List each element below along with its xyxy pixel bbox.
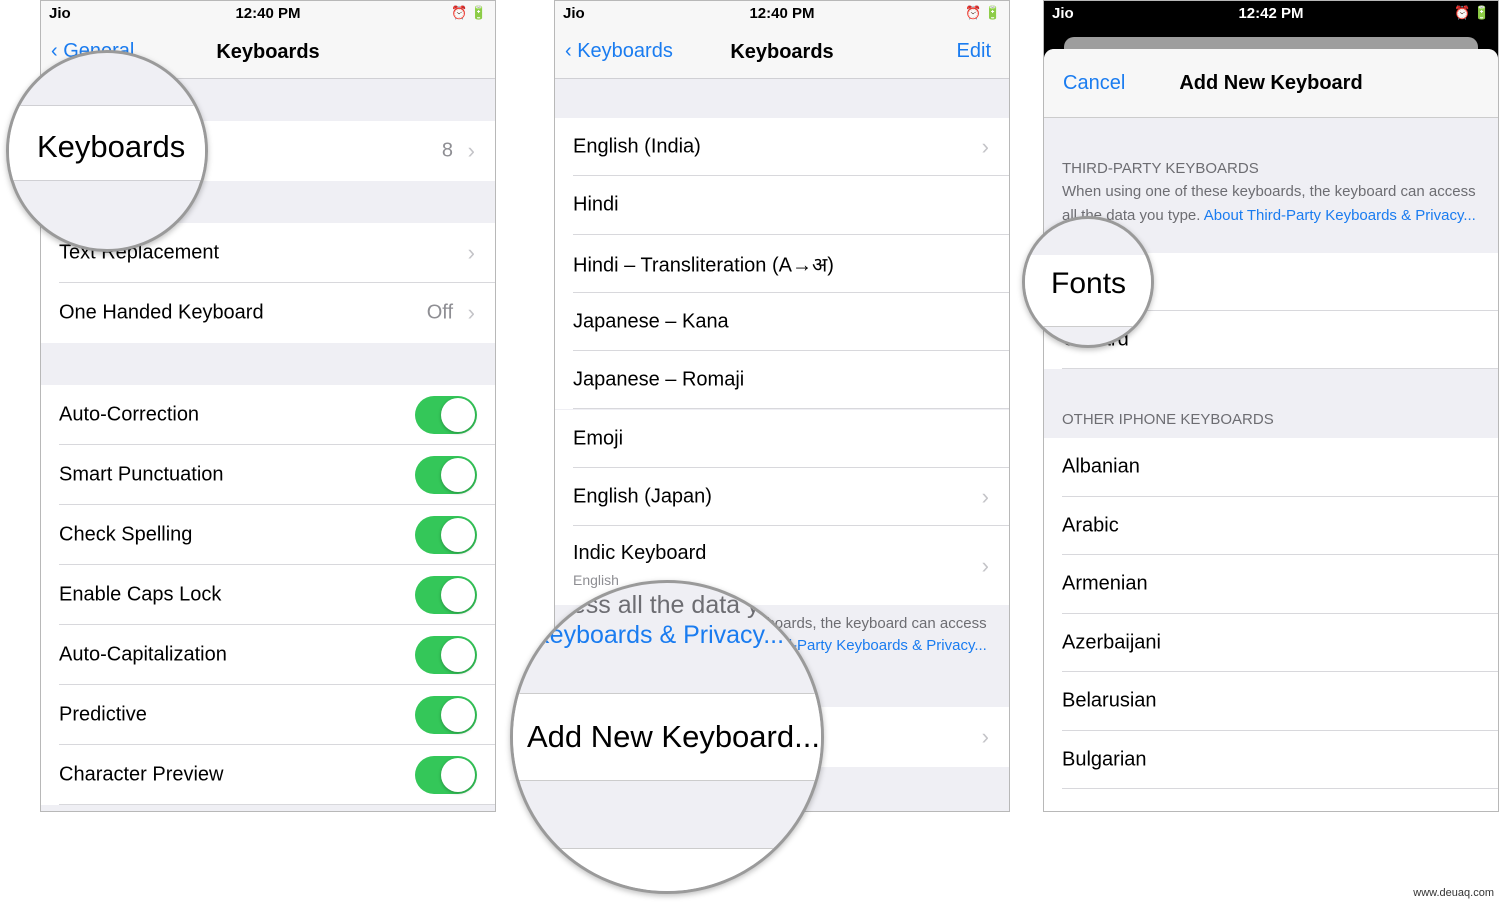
toggle-switch[interactable]: [415, 756, 477, 794]
time: 12:42 PM: [1238, 5, 1304, 22]
sheet-title: Add New Keyboard: [1179, 72, 1363, 94]
settings-row[interactable]: One Handed Keyboard Off ›: [41, 283, 495, 343]
row-label: Predictive: [59, 703, 147, 726]
toggle-switch[interactable]: [415, 516, 477, 554]
toggle-row[interactable]: Character Preview: [41, 745, 495, 805]
row-label: Smart Punctuation: [59, 463, 224, 486]
toggle-row[interactable]: Predictive: [41, 685, 495, 745]
magnifier-add-keyboard: access all the data you type. Keyboards …: [510, 580, 824, 894]
toggle-row[interactable]: Enable Caps Lock: [41, 565, 495, 625]
page-title: Keyboards: [730, 41, 834, 63]
row-label: One Handed Keyboard: [59, 301, 264, 324]
toggle-row[interactable]: Check Spelling: [41, 505, 495, 565]
section-header-other: OTHER IPHONE KEYBOARDS: [1062, 411, 1274, 428]
row-label: Japanese – Romaji: [573, 368, 745, 391]
keyboard-row[interactable]: Hindi – Transliteration (A→अ): [555, 234, 1009, 293]
add-new-keyboard-label[interactable]: Add New Keyboard...: [527, 719, 820, 755]
row-label: Enable Caps Lock: [59, 583, 222, 606]
chevron-right-icon: ›: [981, 552, 989, 578]
edit-button[interactable]: Edit: [957, 40, 991, 63]
row-label: Azerbaijani: [1062, 631, 1161, 654]
toggle-row[interactable]: Auto-Capitalization: [41, 625, 495, 685]
time: 12:40 PM: [235, 5, 301, 22]
magnified-link: Keyboards & Privacy...: [533, 621, 785, 649]
toggle-switch[interactable]: [415, 456, 477, 494]
chevron-right-icon: ›: [981, 724, 989, 749]
chevron-right-icon: ›: [467, 300, 475, 325]
row-label: Indic Keyboard: [573, 542, 707, 564]
time: 12:40 PM: [749, 5, 815, 22]
keyboard-row[interactable]: English (India) ›: [555, 118, 1009, 177]
sheet: Cancel Add New Keyboard THIRD-PARTY KEYB…: [1044, 49, 1498, 811]
keyboard-count: 8: [441, 139, 453, 162]
add-new-keyboard-screen: Jio 12:42 PM ⏰ 🔋 Cancel Add New Keyboard…: [1043, 0, 1499, 812]
row-subtitle: English: [573, 572, 619, 588]
keyboard-row[interactable]: Hindi: [555, 176, 1009, 235]
battery-icon: ⏰ 🔋: [451, 5, 487, 20]
keyboard-option[interactable]: Armenian: [1044, 555, 1498, 614]
status-bar: Jio 12:40 PM ⏰ 🔋: [555, 1, 1009, 29]
sheet-header: Cancel Add New Keyboard: [1044, 49, 1498, 118]
toggle-row[interactable]: Smart Punctuation: [41, 445, 495, 505]
row-label: Auto-Correction: [59, 403, 200, 426]
status-bar: Jio 12:40 PM ⏰ 🔋: [41, 1, 495, 29]
battery-icon: ⏰ 🔋: [1454, 5, 1490, 20]
chevron-right-icon: ›: [981, 483, 989, 509]
status-bar: Jio 12:42 PM ⏰ 🔋: [1044, 1, 1498, 29]
toggle-switch[interactable]: [415, 636, 477, 674]
row-label: Hindi: [573, 193, 619, 216]
keyboard-row[interactable]: Japanese – Kana: [555, 292, 1009, 352]
fonts-label[interactable]: Fonts: [1051, 267, 1126, 301]
watermark: www.deuaq.com: [1413, 887, 1494, 899]
toggle-switch[interactable]: [415, 576, 477, 614]
row-label: Belarusian: [1062, 689, 1157, 712]
privacy-link[interactable]: About Third-Party Keyboards & Privacy...: [1204, 207, 1476, 224]
toggle-switch[interactable]: [415, 696, 477, 734]
keyboard-option[interactable]: Azerbaijani: [1044, 613, 1498, 672]
section-header-third-party: THIRD-PARTY KEYBOARDS: [1062, 160, 1259, 177]
row-label: Auto-Capitalization: [59, 643, 227, 666]
toggle-switch[interactable]: [415, 396, 477, 434]
row-label: English (Japan): [573, 485, 712, 508]
keyboard-row[interactable]: English (Japan) ›: [555, 467, 1009, 527]
keyboard-option[interactable]: Bulgarian: [1044, 730, 1498, 789]
keyboards-row-label[interactable]: Keyboards: [37, 129, 185, 165]
magnifier-keyboards: Keyboards: [6, 50, 208, 252]
chevron-right-icon: ›: [467, 138, 475, 163]
magnified-text: access all the data you type.: [533, 591, 824, 619]
row-value: Off: [426, 301, 453, 324]
row-label: Hindi – Transliteration (A→अ): [573, 254, 834, 277]
nav-bar: ‹ Keyboards Keyboards Edit: [555, 29, 1009, 79]
keyboard-row[interactable]: Japanese – Romaji: [555, 351, 1009, 410]
row-label: Albanian: [1062, 455, 1140, 478]
row-label: English (India): [573, 135, 701, 158]
keyboard-option[interactable]: Arabic: [1044, 496, 1498, 555]
chevron-right-icon: ›: [981, 134, 989, 160]
row-label: Armenian: [1062, 572, 1148, 595]
battery-icon: ⏰ 🔋: [965, 5, 1001, 20]
keyboard-option[interactable]: [1044, 789, 1498, 811]
toggle-row[interactable]: Auto-Correction: [41, 385, 495, 445]
third-party-note: When using one of these keyboards, the k…: [1062, 180, 1482, 228]
row-label: Arabic: [1062, 514, 1119, 537]
row-label: Bulgarian: [1062, 748, 1147, 771]
keyboard-row[interactable]: Emoji: [555, 409, 1009, 468]
keyboard-option[interactable]: Belarusian: [1044, 672, 1498, 731]
row-label: Check Spelling: [59, 523, 193, 546]
magnifier-fonts: Fonts: [1022, 216, 1154, 348]
row-label: Emoji: [573, 427, 624, 450]
row-label: Japanese – Kana: [573, 310, 729, 333]
keyboard-option[interactable]: Albanian: [1044, 438, 1498, 497]
chevron-right-icon: ›: [467, 240, 475, 265]
row-label: Character Preview: [59, 763, 224, 786]
